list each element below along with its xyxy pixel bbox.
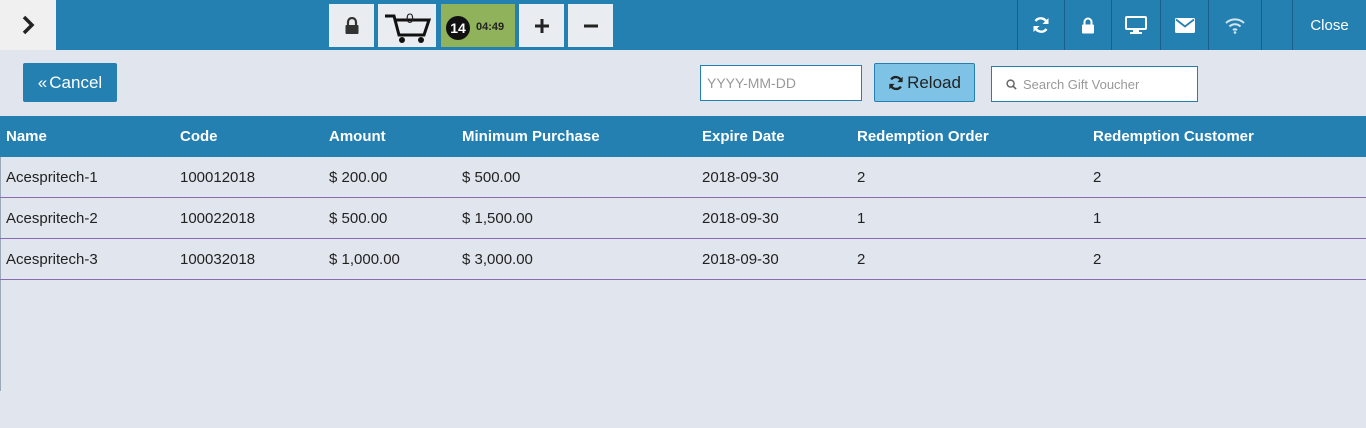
header-expire-date[interactable]: Expire Date <box>702 116 785 157</box>
cell-code: 100022018 <box>180 209 256 227</box>
cell-redemption-customer: 2 <box>1093 168 1102 186</box>
cell-name: Acespritech-1 <box>6 168 98 186</box>
cell-minimum-purchase: $ 3,000.00 <box>462 250 533 268</box>
cell-expire-date: 2018-09-30 <box>702 168 779 186</box>
cancel-button[interactable]: « Cancel <box>23 63 117 102</box>
cell-amount: $ 500.00 <box>329 209 388 227</box>
cancel-label: Cancel <box>49 72 103 92</box>
cell-expire-date: 2018-09-30 <box>702 250 779 268</box>
search-box[interactable] <box>991 66 1198 102</box>
table-header-row: Name Code Amount Minimum Purchase Expire… <box>0 116 1366 157</box>
header-redemption-order[interactable]: Redemption Order <box>857 116 989 157</box>
customer-display-button[interactable] <box>1111 0 1160 50</box>
gift-voucher-table: Name Code Amount Minimum Purchase Expire… <box>0 116 1366 280</box>
lock-button[interactable] <box>1064 0 1111 50</box>
cell-code: 100012018 <box>180 168 256 186</box>
cell-name: Acespritech-2 <box>6 209 98 227</box>
double-chevron-left-icon: « <box>37 72 48 92</box>
header-minimum-purchase[interactable]: Minimum Purchase <box>462 116 600 157</box>
cell-redemption-customer: 2 <box>1093 250 1102 268</box>
zoom-out-button[interactable] <box>568 4 613 47</box>
cell-code: 100032018 <box>180 250 256 268</box>
plus-icon <box>534 18 549 33</box>
table-row[interactable]: Acespritech-2 100022018 $ 500.00 $ 1,500… <box>0 198 1366 239</box>
cell-amount: $ 1,000.00 <box>329 250 400 268</box>
cell-amount: $ 200.00 <box>329 168 388 186</box>
lock-screen-button[interactable] <box>329 4 374 47</box>
top-bar: 0 14 04:49 Close <box>0 0 1366 50</box>
timer-badge: 14 <box>446 16 470 40</box>
date-filter-input[interactable] <box>700 65 862 101</box>
table-row[interactable]: Acespritech-3 100032018 $ 1,000.00 $ 3,0… <box>0 239 1366 280</box>
cart-count: 0 <box>406 10 414 26</box>
search-gift-voucher-input[interactable] <box>1021 75 1195 93</box>
network-status[interactable] <box>1208 0 1262 50</box>
zoom-in-button[interactable] <box>519 4 564 47</box>
cell-minimum-purchase: $ 1,500.00 <box>462 209 533 227</box>
close-button[interactable]: Close <box>1292 0 1366 50</box>
header-code[interactable]: Code <box>180 116 218 157</box>
messages-button[interactable] <box>1160 0 1208 50</box>
lock-icon <box>345 16 358 34</box>
cell-redemption-customer: 1 <box>1093 209 1102 227</box>
table-row[interactable]: Acespritech-1 100012018 $ 200.00 $ 500.0… <box>0 157 1366 198</box>
header-amount[interactable]: Amount <box>329 116 386 157</box>
header-name[interactable]: Name <box>6 116 47 157</box>
lock-icon <box>1082 17 1094 33</box>
refresh-icon <box>889 75 903 90</box>
mail-icon <box>1174 17 1195 33</box>
header-redemption-customer[interactable]: Redemption Customer <box>1093 116 1254 157</box>
cell-redemption-order: 2 <box>857 168 866 186</box>
cell-expire-date: 2018-09-30 <box>702 209 779 227</box>
monitor-icon <box>1125 16 1147 34</box>
wifi-icon <box>1225 17 1245 34</box>
menu-toggle-button[interactable] <box>0 0 56 50</box>
cell-name: Acespritech-3 <box>6 250 98 268</box>
reload-button[interactable]: Reload <box>874 63 975 102</box>
cell-redemption-order: 2 <box>857 250 866 268</box>
search-icon <box>1006 78 1017 90</box>
minus-icon <box>583 24 598 27</box>
cell-redemption-order: 1 <box>857 209 866 227</box>
reload-label: Reload <box>907 72 961 92</box>
sync-button[interactable] <box>1017 0 1064 50</box>
cell-minimum-purchase: $ 500.00 <box>462 168 521 186</box>
sync-icon <box>1033 17 1049 33</box>
timer-countdown: 04:49 <box>476 21 505 33</box>
chevron-right-icon <box>22 15 35 35</box>
